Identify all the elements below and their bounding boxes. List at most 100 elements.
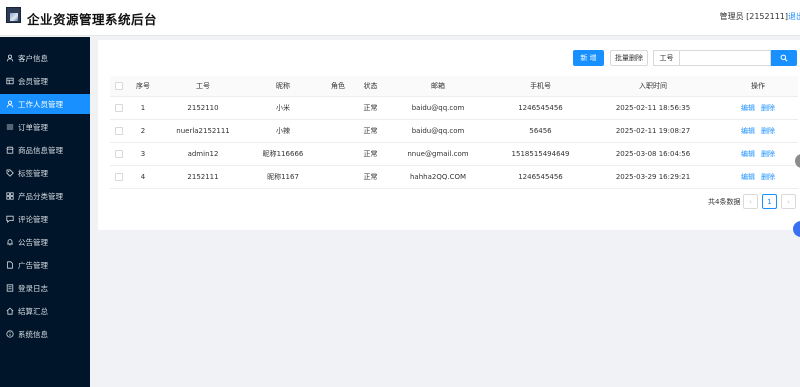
search-input[interactable] — [679, 50, 771, 66]
cell-actions: 编辑 删除 — [718, 142, 798, 166]
cell-nickname: 昵称1167 — [248, 165, 318, 189]
cell-actions: 编辑 删除 — [718, 96, 798, 120]
table-row: 2 nuerla2152111 小辣 正常 baidu@qq.com 56456… — [110, 119, 798, 143]
sidebar-item-member[interactable]: 会员管理 — [0, 71, 90, 91]
sidebar-item-orders[interactable]: 订单管理 — [0, 117, 90, 137]
delete-link[interactable]: 删除 — [761, 104, 775, 112]
cell-employee-id: admin12 — [158, 142, 248, 166]
table-row: 3 admin12 昵称116666 正常 nnue@gmail.com 151… — [110, 142, 798, 166]
cell-actions: 编辑 删除 — [718, 119, 798, 143]
cell-email: nnue@gmail.com — [383, 142, 493, 166]
batch-delete-button[interactable]: 批量删除 — [610, 50, 648, 66]
sidebar-item-categories[interactable]: 产品分类管理 — [0, 186, 90, 206]
sidebar-item-label: 登录日志 — [18, 283, 48, 293]
info-icon — [6, 330, 14, 338]
chevron-left-icon: ‹ — [749, 197, 752, 206]
cell-phone: 1518515494649 — [493, 142, 588, 166]
cell-role — [318, 119, 358, 143]
delete-link[interactable]: 删除 — [761, 173, 775, 181]
sidebar-item-products[interactable]: 商品信息管理 — [0, 140, 90, 160]
cell-phone: 1246545456 — [493, 165, 588, 189]
delete-link[interactable]: 删除 — [761, 150, 775, 158]
sidebar-item-label: 结算汇总 — [18, 306, 48, 316]
list-icon — [6, 123, 14, 131]
table-icon — [6, 77, 14, 85]
sidebar-item-system-info[interactable]: 系统信息 — [0, 324, 90, 344]
floating-assistant-button[interactable] — [793, 221, 800, 237]
cell-status: 正常 — [358, 165, 383, 189]
edit-link[interactable]: 编辑 — [741, 127, 755, 135]
add-button[interactable]: 新 增 — [573, 50, 604, 66]
search-field-label: 工号 — [653, 50, 679, 66]
sidebar-item-label: 广告管理 — [18, 260, 48, 270]
cell-hire-time: 2025-02-11 19:08:27 — [588, 119, 718, 143]
row-checkbox[interactable] — [115, 149, 123, 158]
edit-link[interactable]: 编辑 — [741, 150, 755, 158]
cell-employee-id: 2152111 — [158, 165, 248, 189]
cell-email: baidu@qq.com — [383, 96, 493, 120]
prev-page-button[interactable]: ‹ — [743, 194, 758, 209]
sidebar-item-label: 工作人员管理 — [18, 99, 63, 109]
user-icon — [6, 100, 14, 108]
top-header: 企业资源管理系统后台 管理员 [2152111] 退出 — [0, 0, 800, 36]
home-icon — [6, 307, 14, 315]
staff-table: 序号 工号 昵称 角色 状态 邮箱 手机号 入职时间 操作 1 2152110 … — [110, 76, 798, 189]
cell-hire-time: 2025-02-11 18:56:35 — [588, 96, 718, 120]
page-number-button[interactable]: 1 — [762, 194, 777, 209]
cell-phone: 1246545456 — [493, 96, 588, 120]
sidebar-item-settlement[interactable]: 结算汇总 — [0, 301, 90, 321]
sidebar-item-label: 标签管理 — [18, 168, 48, 178]
sidebar-item-tags[interactable]: 标签管理 — [0, 163, 90, 183]
cell-role — [318, 142, 358, 166]
sidebar-item-label: 系统信息 — [18, 329, 48, 339]
row-checkbox[interactable] — [115, 172, 123, 181]
sidebar-item-staff[interactable]: 工作人员管理 — [0, 94, 90, 114]
cell-employee-id: 2152110 — [158, 96, 248, 120]
row-checkbox[interactable] — [115, 126, 123, 135]
bell-icon — [6, 238, 14, 246]
cell-role — [318, 96, 358, 120]
edit-link[interactable]: 编辑 — [741, 173, 755, 181]
cell-role — [318, 165, 358, 189]
user-icon — [6, 54, 14, 62]
cell-phone: 56456 — [493, 119, 588, 143]
cell-employee-id: nuerla2152111 — [158, 119, 248, 143]
sidebar-item-customer-info[interactable]: 客户信息 — [0, 48, 90, 68]
cell-hire-time: 2025-03-08 16:04:56 — [588, 142, 718, 166]
sidebar-item-login-log[interactable]: 登录日志 — [0, 278, 90, 298]
shop-icon — [6, 146, 14, 154]
file-icon — [6, 261, 14, 269]
sidebar-item-label: 评论管理 — [18, 214, 48, 224]
next-page-button[interactable]: › — [781, 194, 796, 209]
cell-status: 正常 — [358, 96, 383, 120]
column-header: 序号 — [128, 76, 158, 97]
column-header: 工号 — [158, 76, 248, 97]
select-all-checkbox[interactable] — [115, 81, 123, 90]
pagination-total: 共4条数据 — [708, 198, 741, 206]
table-row: 1 2152110 小米 正常 baidu@qq.com 1246545456 … — [110, 96, 798, 120]
cell-nickname: 小米 — [248, 96, 318, 120]
cell-hire-time: 2025-03-29 16:29:21 — [588, 165, 718, 189]
column-header: 状态 — [358, 76, 383, 97]
app-title: 企业资源管理系统后台 — [27, 12, 158, 27]
delete-link[interactable]: 删除 — [761, 127, 775, 135]
sidebar-item-comments[interactable]: 评论管理 — [0, 209, 90, 229]
log-icon — [6, 284, 14, 292]
grid-icon — [6, 192, 14, 200]
cell-nickname: 昵称116666 — [248, 142, 318, 166]
sidebar-item-label: 会员管理 — [18, 76, 48, 86]
sidebar-item-announcements[interactable]: 公告管理 — [0, 232, 90, 252]
sidebar-item-ads[interactable]: 广告管理 — [0, 255, 90, 275]
table-row: 4 2152111 昵称1167 正常 hahha2QQ.COM 1246545… — [110, 165, 798, 189]
row-checkbox[interactable] — [115, 103, 123, 112]
search-button[interactable] — [771, 50, 797, 66]
cell-email: baidu@qq.com — [383, 119, 493, 143]
edit-link[interactable]: 编辑 — [741, 104, 755, 112]
search-icon — [780, 54, 788, 62]
cell-status: 正常 — [358, 119, 383, 143]
cell-index: 3 — [128, 142, 158, 166]
cell-status: 正常 — [358, 142, 383, 166]
sidebar-nav: 客户信息 会员管理 工作人员管理 订单管理 商品信息管理 标签管理 产品分类管理… — [0, 37, 90, 387]
cell-index: 2 — [128, 119, 158, 143]
logout-link[interactable]: 退出 — [788, 11, 800, 22]
